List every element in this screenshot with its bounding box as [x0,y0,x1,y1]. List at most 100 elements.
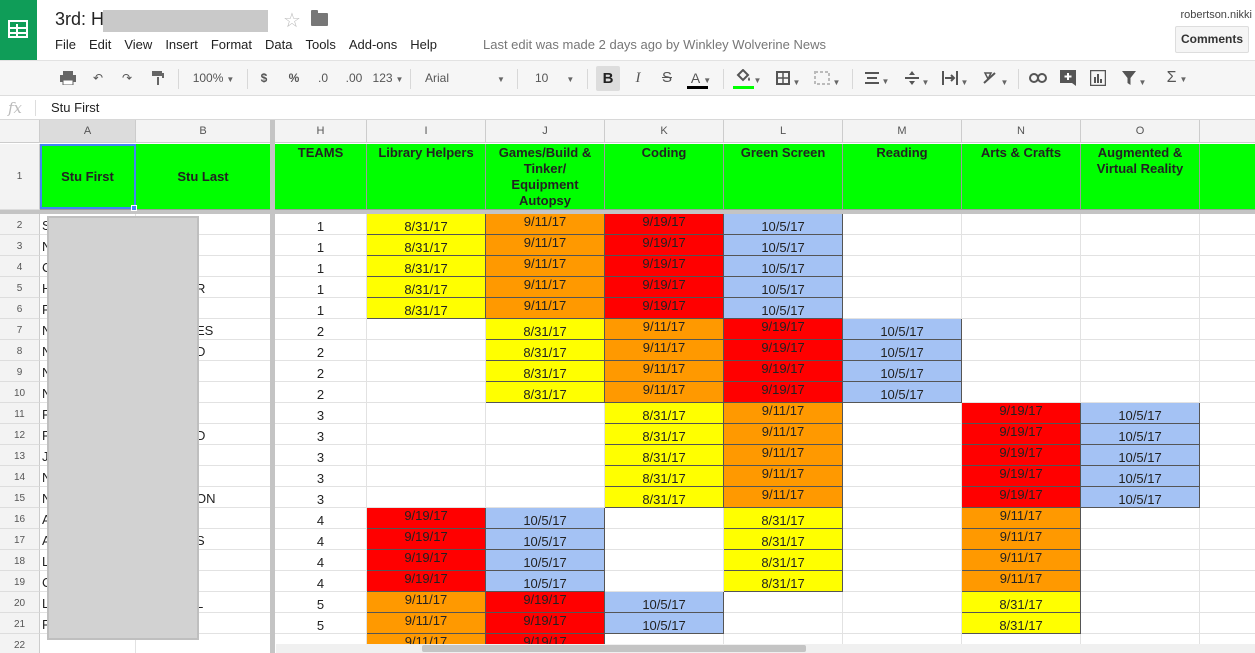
cell-date[interactable]: 9/11/17 [724,466,843,487]
cell-team[interactable]: 2 [275,382,367,403]
menu-data[interactable]: Data [265,37,292,52]
cell-date[interactable]: 8/31/17 [367,256,486,277]
header-cell-n[interactable]: Arts & Crafts [962,144,1081,210]
cell-date[interactable]: 9/19/17 [605,298,724,319]
cell-date[interactable] [1081,277,1200,298]
cell-team[interactable]: 1 [275,214,367,235]
cell-date[interactable] [486,466,605,487]
cell-date[interactable]: 9/19/17 [724,382,843,403]
last-edit-link[interactable]: Last edit was made 2 days ago by Winkley… [483,37,826,52]
column-header-b[interactable]: B [136,120,271,143]
column-header-h[interactable]: H [275,120,367,143]
cell-date[interactable]: 10/5/17 [605,613,724,634]
cell-date[interactable] [605,571,724,592]
fill-color-button[interactable]: ▼ [731,61,765,95]
cell-date[interactable]: 10/5/17 [1081,445,1200,466]
cell-date[interactable] [605,529,724,550]
cell-date[interactable]: 8/31/17 [367,298,486,319]
frozen-column-divider[interactable] [270,120,275,653]
cell-date[interactable] [843,424,962,445]
cell-date[interactable] [1081,298,1200,319]
cell-team[interactable]: 1 [275,298,367,319]
column-header-n[interactable]: N [962,120,1081,143]
cell-date[interactable] [1081,592,1200,613]
cell-date[interactable]: 10/5/17 [486,508,605,529]
star-icon[interactable]: ☆ [283,8,301,33]
row-header[interactable]: 20 [0,592,40,613]
cell-date[interactable] [843,403,962,424]
cell-empty[interactable] [1200,550,1255,571]
horizontal-align-button[interactable]: ▼ [860,61,894,95]
cell-date[interactable]: 8/31/17 [724,550,843,571]
cell-date[interactable]: 9/19/17 [605,235,724,256]
cell-date[interactable]: 8/31/17 [486,361,605,382]
cell-date[interactable]: 8/31/17 [367,214,486,235]
cell-date[interactable] [843,508,962,529]
cell-date[interactable]: 9/19/17 [605,256,724,277]
header-cell-o[interactable]: Augmented & Virtual Reality [1081,144,1200,210]
cell-date[interactable] [962,235,1081,256]
cell-empty[interactable] [1200,487,1255,508]
row-header[interactable]: 19 [0,571,40,592]
cell-empty[interactable] [1200,382,1255,403]
cell-date[interactable] [843,466,962,487]
menu-help[interactable]: Help [410,37,437,52]
row-header[interactable]: 13 [0,445,40,466]
more-formats-select[interactable]: 123 ▼ [372,61,404,95]
cell-empty[interactable] [1200,340,1255,361]
cell-date[interactable] [1081,340,1200,361]
insert-chart-icon[interactable] [1087,61,1109,95]
cell-empty[interactable] [1200,424,1255,445]
cell-date[interactable]: 10/5/17 [843,340,962,361]
row-header[interactable]: 7 [0,319,40,340]
row-header[interactable]: 5 [0,277,40,298]
print-icon[interactable] [58,61,78,95]
cell-team[interactable]: 5 [275,592,367,613]
cell-date[interactable]: 9/19/17 [962,403,1081,424]
cell-team[interactable]: 4 [275,529,367,550]
row-header[interactable]: 4 [0,256,40,277]
cell-date[interactable]: 9/11/17 [486,256,605,277]
cell-date[interactable]: 10/5/17 [724,298,843,319]
select-all-corner[interactable] [0,120,40,143]
cell-date[interactable]: 9/19/17 [367,550,486,571]
row-header[interactable]: 9 [0,361,40,382]
cell-date[interactable] [1081,508,1200,529]
row-header[interactable]: 14 [0,466,40,487]
cell-date[interactable] [1081,235,1200,256]
cell-team[interactable]: 5 [275,613,367,634]
row-header[interactable]: 22 [0,634,40,653]
currency-format-button[interactable]: $ [256,61,272,95]
cell-date[interactable] [843,529,962,550]
cell-date[interactable] [843,298,962,319]
account-name[interactable]: robertson.nikki [1180,9,1252,21]
cell-team[interactable]: 4 [275,571,367,592]
menu-addons[interactable]: Add-ons [349,37,397,52]
cell-date[interactable] [367,382,486,403]
cell-date[interactable] [962,298,1081,319]
cell-date[interactable] [1081,613,1200,634]
zoom-select[interactable]: 100% ▼ [186,61,241,95]
decrease-decimals-button[interactable]: .0 [313,61,333,95]
sheets-logo-icon[interactable] [0,0,37,60]
cell-date[interactable]: 10/5/17 [724,235,843,256]
cell-date[interactable]: 9/11/17 [724,424,843,445]
font-size-select[interactable]: 10 ▼ [525,61,580,95]
insert-link-icon[interactable] [1027,61,1049,95]
cell-date[interactable]: 8/31/17 [724,571,843,592]
cell-date[interactable]: 8/31/17 [605,403,724,424]
cell-team[interactable]: 3 [275,445,367,466]
cell-date[interactable] [843,550,962,571]
frozen-row-divider[interactable] [0,210,1255,214]
cell-date[interactable]: 9/11/17 [605,382,724,403]
cell-empty[interactable] [1200,613,1255,634]
cell-date[interactable]: 8/31/17 [962,613,1081,634]
cell-date[interactable] [724,592,843,613]
cell-date[interactable]: 8/31/17 [605,424,724,445]
cell-date[interactable]: 9/19/17 [367,529,486,550]
cell-date[interactable]: 8/31/17 [486,382,605,403]
cell-date[interactable]: 10/5/17 [1081,487,1200,508]
cell-date[interactable]: 9/11/17 [724,487,843,508]
cell-date[interactable]: 9/19/17 [605,277,724,298]
cell-date[interactable] [724,613,843,634]
